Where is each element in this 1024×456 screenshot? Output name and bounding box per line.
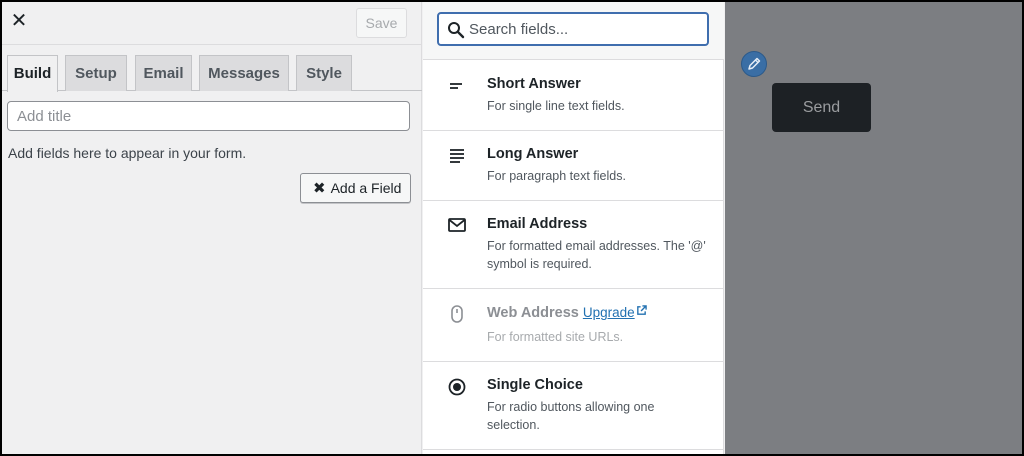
empty-form-hint: Add fields here to appear in your form.	[8, 145, 247, 161]
field-title: Web Address Upgrade	[487, 305, 647, 321]
tab-style[interactable]: Style	[296, 55, 352, 91]
field-description: For paragraph text fields.	[487, 169, 626, 183]
field-search-bar	[423, 2, 724, 60]
field-title: Long Answer	[487, 146, 579, 162]
field-title-text: Web Address	[487, 305, 579, 321]
field-web-address[interactable]: Web Address Upgrade For formatted site UR…	[423, 289, 724, 362]
close-icon[interactable]: ✕	[8, 10, 30, 32]
paragraph-icon	[450, 149, 464, 163]
search-icon	[448, 22, 465, 39]
field-single-choice[interactable]: Single Choice For radio buttons allowing…	[423, 362, 724, 450]
field-title: Email Address	[487, 216, 588, 232]
form-preview: Send	[725, 2, 1022, 454]
mouse-icon	[451, 305, 463, 323]
envelope-icon	[448, 218, 466, 232]
field-description: For formatted site URLs.	[487, 330, 624, 344]
tab-messages[interactable]: Messages	[199, 55, 289, 91]
add-field-button[interactable]: ✖ Add a Field	[300, 173, 411, 203]
builder-panel: ✕ Save Build Setup Email Messages Style …	[2, 2, 422, 454]
external-link-icon	[636, 305, 647, 315]
field-description: For formatted email addresses. The '@' s…	[487, 239, 706, 271]
search-input[interactable]	[469, 18, 699, 40]
builder-topbar: ✕ Save	[2, 2, 422, 45]
field-description: For radio buttons allowing one selection…	[487, 400, 655, 432]
close-x-icon: ✖	[313, 180, 326, 197]
save-button[interactable]: Save	[356, 8, 407, 38]
send-button[interactable]: Send	[772, 83, 871, 132]
builder-tabs: Build Setup Email Messages Style	[2, 55, 422, 92]
form-title-input[interactable]	[7, 101, 410, 131]
field-picker-panel: Short Answer For single line text fields…	[423, 2, 724, 454]
short-text-icon	[450, 83, 462, 89]
tab-email[interactable]: Email	[135, 55, 192, 91]
field-search-box	[437, 12, 709, 46]
field-short-answer[interactable]: Short Answer For single line text fields…	[423, 61, 724, 131]
add-field-label: Add a Field	[330, 180, 402, 196]
field-description: For single line text fields.	[487, 99, 625, 113]
pencil-icon	[748, 57, 761, 70]
upgrade-link-label: Upgrade	[582, 305, 635, 320]
field-email-address[interactable]: Email Address For formatted email addres…	[423, 201, 724, 289]
app-frame: ✕ Save Build Setup Email Messages Style …	[0, 0, 1024, 456]
radio-icon	[448, 378, 466, 396]
field-long-answer[interactable]: Long Answer For paragraph text fields.	[423, 131, 724, 201]
tab-setup[interactable]: Setup	[65, 55, 127, 91]
tab-build[interactable]: Build	[7, 55, 58, 92]
field-title: Short Answer	[487, 76, 581, 92]
upgrade-link[interactable]: Upgrade	[583, 305, 647, 320]
edit-badge[interactable]	[741, 51, 767, 77]
field-title: Single Choice	[487, 377, 583, 393]
